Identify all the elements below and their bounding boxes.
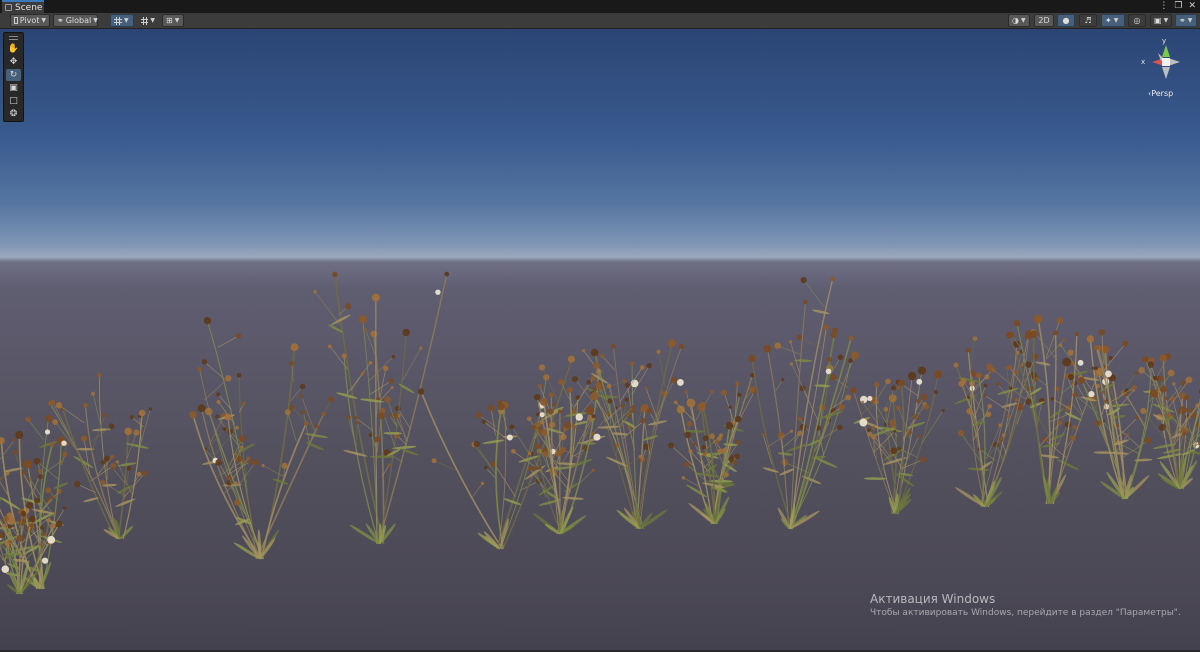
chevron-down-icon: ▼ [41,17,46,24]
gizmo-globe-icon: ⚭ [1179,16,1186,25]
gizmo-x-label: x [1141,58,1146,66]
draw-mode-button[interactable]: ◑ ▼ [1008,14,1030,27]
grass-clump[interactable] [953,330,1039,509]
hand-tool-icon[interactable]: ✋ [6,43,21,55]
pivot-toggle[interactable]: Pivot ▼ [10,14,50,27]
globe-icon: ⚭ [57,16,64,25]
grass-clump[interactable] [668,373,757,525]
close-icon[interactable]: ✕ [1188,1,1196,11]
increment-snap-icon: ⊞ [166,16,173,25]
maximize-icon[interactable]: ❐ [1174,1,1182,11]
chevron-down-icon: ▼ [1113,17,1119,24]
projection-label[interactable]: ‹Persp [1148,89,1173,98]
tab-scene[interactable]: Scene [2,0,44,13]
grass-clump[interactable] [189,316,335,560]
rotate-tool-icon[interactable]: ↻ [6,69,21,81]
audio-toggle[interactable]: ♬ [1079,14,1097,27]
gizmo-center-cube[interactable] [1162,58,1170,66]
chevron-down-icon: ▼ [93,17,98,24]
windows-activation-subtitle: Чтобы активировать Windows, перейдите в … [870,608,1181,618]
scene-grid-icon [5,4,12,11]
windows-activation-title: Активация Windows [870,592,996,606]
shading-icon: ◑ [1012,16,1019,25]
pivot-icon [14,17,18,24]
camera-icon: ▣ [1154,16,1162,25]
chevron-down-icon: ▼ [124,17,129,24]
eye-slash-icon: ◎ [1133,16,1141,25]
orientation-gizmo[interactable] [1138,39,1186,87]
2d-toggle[interactable]: 2D [1034,14,1054,27]
grid-snap-icon [141,16,149,25]
effects-toggle[interactable]: ✦ ▼ [1101,14,1125,27]
pivot-label: Pivot [19,16,40,25]
grid-visibility-button[interactable]: ▼ [110,14,134,27]
camera-settings-button[interactable]: ▣ ▼ [1150,14,1172,27]
chevron-down-icon: ▼ [150,17,155,24]
effects-icon: ✦ [1105,16,1112,25]
grass-clump[interactable] [582,339,685,530]
grid-icon [114,16,122,25]
persp-text: Persp [1151,89,1174,98]
window-controls: ⋮ ❐ ✕ [1159,1,1196,11]
rect-tool-icon[interactable]: □ [6,95,21,107]
scene-toolbar: Pivot ▼ ⚭ Global ▼ ▼ ▼ ⊞ ▼ ◑ ▼ 2D ● ♬ ✦ … [0,13,1200,29]
grass-plants [0,271,1200,595]
2d-label: 2D [1038,16,1050,25]
gizmos-toggle[interactable]: ⚭ ▼ [1175,14,1197,27]
grass-clump[interactable] [850,366,945,515]
move-tool-icon[interactable]: ✥ [6,56,21,68]
global-label: Global [65,16,92,25]
lighting-toggle[interactable]: ● [1057,14,1075,27]
chevron-down-icon: ▼ [174,17,180,24]
tab-bar: Scene ⋮ ❐ ✕ [0,0,1200,13]
hidden-objects-toggle[interactable]: ◎ [1128,14,1146,27]
gizmo-y-axis[interactable] [1162,45,1170,57]
tools-palette: ✋ ✥ ↻ ▣ □ ❂ [3,32,24,122]
chevron-down-icon: ▼ [1187,17,1193,24]
scale-tool-icon[interactable]: ▣ [6,82,21,94]
gizmo-neg-y-axis[interactable] [1162,67,1170,79]
grid-snapping-button[interactable]: ▼ [137,14,159,27]
palette-grip[interactable] [9,36,18,40]
audio-icon: ♬ [1084,16,1092,25]
grass-clump[interactable] [748,276,868,531]
scene-viewport[interactable]: ✋ ✥ ↻ ▣ □ ❂ y x ‹Persp Активация Windows… [0,29,1200,650]
lightbulb-icon: ● [1062,16,1070,25]
chevron-down-icon: ▼ [1020,17,1026,24]
chevron-down-icon: ▼ [1163,17,1169,24]
global-toggle[interactable]: ⚭ Global ▼ [53,14,98,27]
more-icon[interactable]: ⋮ [1159,1,1168,11]
tab-scene-label: Scene [15,2,43,13]
gizmo-y-label: y [1162,37,1167,45]
increment-snap-button[interactable]: ⊞ ▼ [162,14,184,27]
transform-tool-icon[interactable]: ❂ [6,108,21,120]
